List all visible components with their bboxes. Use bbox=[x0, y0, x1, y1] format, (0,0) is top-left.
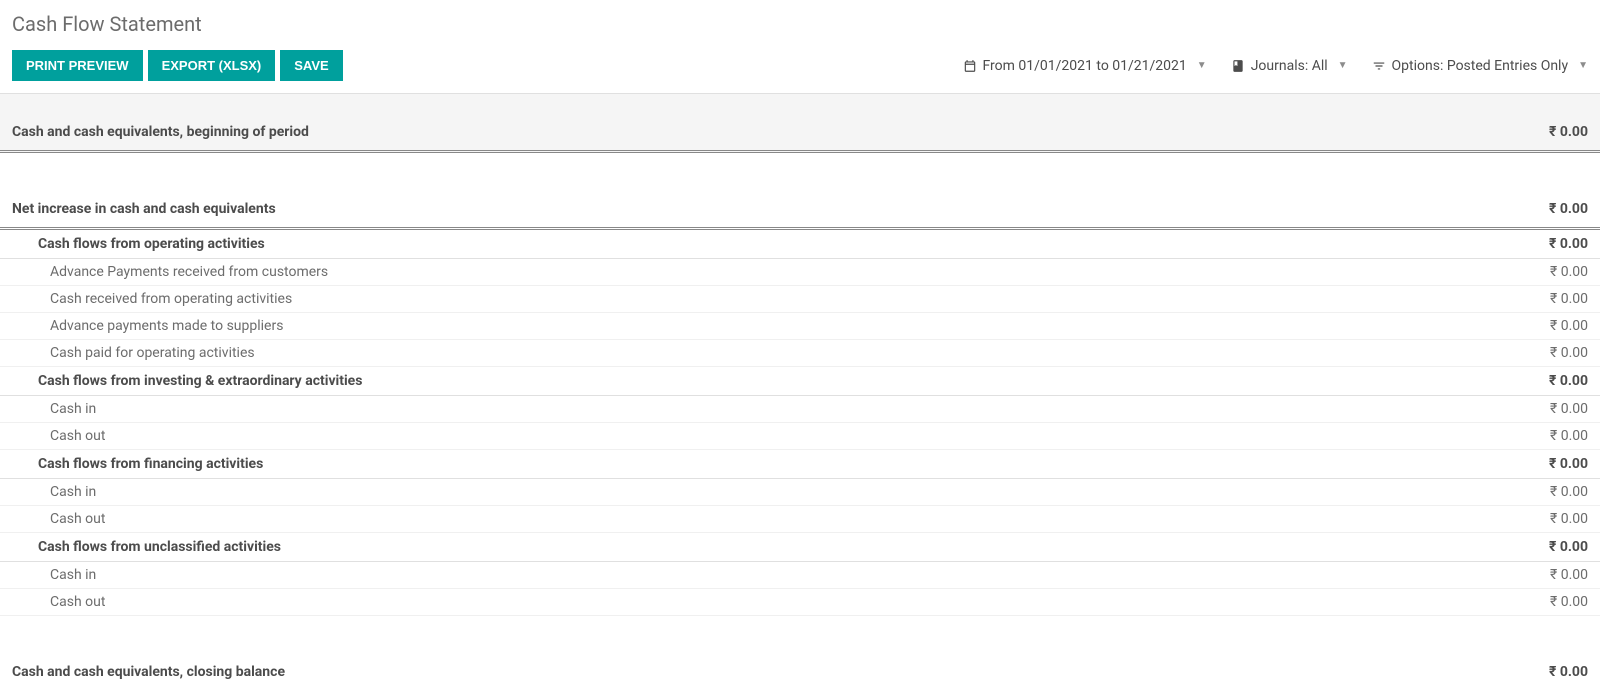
line-label: Cash in bbox=[50, 401, 96, 417]
line-label: Cash out bbox=[50, 428, 105, 444]
line-label: Cash out bbox=[50, 511, 105, 527]
journals-label: Journals: All bbox=[1251, 58, 1328, 74]
line-amount: ₹ 0.00 bbox=[1550, 345, 1588, 361]
operating-activities-row: Cash flows from operating activities ₹ 0… bbox=[0, 230, 1600, 259]
list-item: Advance Payments received from customers… bbox=[0, 259, 1600, 286]
toolbar: PRINT PREVIEW EXPORT (XLSX) SAVE From 01… bbox=[12, 50, 1588, 81]
date-range-filter[interactable]: From 01/01/2021 to 01/21/2021 ▼ bbox=[963, 58, 1207, 74]
financing-label: Cash flows from financing activities bbox=[38, 456, 263, 472]
line-amount: ₹ 0.00 bbox=[1550, 511, 1588, 527]
header: Cash Flow Statement PRINT PREVIEW EXPORT… bbox=[0, 0, 1600, 94]
beginning-amount: ₹ 0.00 bbox=[1549, 124, 1588, 140]
net-increase-row: Net increase in cash and cash equivalent… bbox=[0, 191, 1600, 230]
print-preview-button[interactable]: PRINT PREVIEW bbox=[12, 50, 143, 81]
spacer bbox=[0, 616, 1600, 654]
list-item: Cash out ₹ 0.00 bbox=[0, 423, 1600, 450]
chevron-down-icon: ▼ bbox=[1338, 60, 1348, 71]
line-label: Cash paid for operating activities bbox=[50, 345, 255, 361]
line-label: Cash out bbox=[50, 594, 105, 610]
line-amount: ₹ 0.00 bbox=[1550, 401, 1588, 417]
line-amount: ₹ 0.00 bbox=[1550, 594, 1588, 610]
book-icon bbox=[1231, 59, 1245, 73]
spacer bbox=[0, 153, 1600, 191]
filters: From 01/01/2021 to 01/21/2021 ▼ Journals… bbox=[963, 58, 1589, 74]
line-amount: ₹ 0.00 bbox=[1550, 428, 1588, 444]
line-amount: ₹ 0.00 bbox=[1550, 484, 1588, 500]
chevron-down-icon: ▼ bbox=[1197, 60, 1207, 71]
unclassified-label: Cash flows from unclassified activities bbox=[38, 539, 281, 555]
line-label: Cash received from operating activities bbox=[50, 291, 292, 307]
investing-amount: ₹ 0.00 bbox=[1549, 373, 1588, 389]
operating-amount: ₹ 0.00 bbox=[1549, 236, 1588, 252]
options-label: Options: Posted Entries Only bbox=[1392, 58, 1569, 74]
line-label: Advance Payments received from customers bbox=[50, 264, 328, 280]
financing-activities-row: Cash flows from financing activities ₹ 0… bbox=[0, 450, 1600, 479]
content-scroll[interactable]: Cash and cash equivalents, beginning of … bbox=[0, 94, 1600, 690]
list-item: Advance payments made to suppliers ₹ 0.0… bbox=[0, 313, 1600, 340]
operating-label: Cash flows from operating activities bbox=[38, 236, 265, 252]
investing-label: Cash flows from investing & extraordinar… bbox=[38, 373, 362, 389]
line-amount: ₹ 0.00 bbox=[1550, 318, 1588, 334]
financing-amount: ₹ 0.00 bbox=[1549, 456, 1588, 472]
beginning-label: Cash and cash equivalents, beginning of … bbox=[12, 124, 309, 140]
line-label: Cash in bbox=[50, 567, 96, 583]
line-amount: ₹ 0.00 bbox=[1550, 567, 1588, 583]
list-item: Cash paid for operating activities ₹ 0.0… bbox=[0, 340, 1600, 367]
closing-amount: ₹ 0.00 bbox=[1549, 664, 1588, 680]
unclassified-amount: ₹ 0.00 bbox=[1549, 539, 1588, 555]
chevron-down-icon: ▼ bbox=[1578, 60, 1588, 71]
export-xlsx-button[interactable]: EXPORT (XLSX) bbox=[148, 50, 276, 81]
list-item: Cash in ₹ 0.00 bbox=[0, 562, 1600, 589]
calendar-icon bbox=[963, 59, 977, 73]
line-label: Cash in bbox=[50, 484, 96, 500]
unclassified-activities-row: Cash flows from unclassified activities … bbox=[0, 533, 1600, 562]
line-amount: ₹ 0.00 bbox=[1550, 264, 1588, 280]
closing-balance-row: Cash and cash equivalents, closing balan… bbox=[0, 654, 1600, 690]
filter-icon bbox=[1372, 59, 1386, 73]
beginning-balance-row: Cash and cash equivalents, beginning of … bbox=[0, 94, 1600, 153]
page-title: Cash Flow Statement bbox=[12, 12, 1588, 36]
list-item: Cash received from operating activities … bbox=[0, 286, 1600, 313]
list-item: Cash out ₹ 0.00 bbox=[0, 589, 1600, 616]
list-item: Cash out ₹ 0.00 bbox=[0, 506, 1600, 533]
line-amount: ₹ 0.00 bbox=[1550, 291, 1588, 307]
options-filter[interactable]: Options: Posted Entries Only ▼ bbox=[1372, 58, 1588, 74]
line-label: Advance payments made to suppliers bbox=[50, 318, 283, 334]
list-item: Cash in ₹ 0.00 bbox=[0, 479, 1600, 506]
investing-activities-row: Cash flows from investing & extraordinar… bbox=[0, 367, 1600, 396]
journals-filter[interactable]: Journals: All ▼ bbox=[1231, 58, 1348, 74]
net-increase-label: Net increase in cash and cash equivalent… bbox=[12, 201, 276, 217]
save-button[interactable]: SAVE bbox=[280, 50, 342, 81]
net-increase-amount: ₹ 0.00 bbox=[1549, 201, 1588, 217]
closing-label: Cash and cash equivalents, closing balan… bbox=[12, 664, 285, 680]
list-item: Cash in ₹ 0.00 bbox=[0, 396, 1600, 423]
date-range-label: From 01/01/2021 to 01/21/2021 bbox=[983, 58, 1187, 74]
report-content: Cash and cash equivalents, beginning of … bbox=[0, 94, 1600, 690]
